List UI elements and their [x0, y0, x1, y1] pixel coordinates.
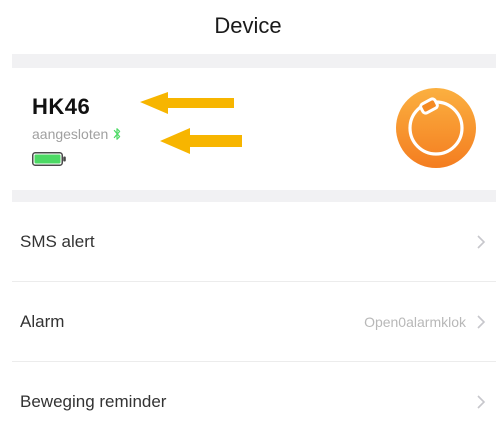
page-title: Device [214, 13, 282, 38]
list-item-value: Open0alarmklok [364, 314, 466, 330]
chevron-right-icon [477, 315, 486, 329]
settings-list: SMS alert Alarm Open0alarmklok Beweging … [0, 202, 496, 442]
list-item-label: SMS alert [20, 232, 95, 251]
chevron-right-icon [477, 235, 486, 249]
device-name: HK46 [32, 94, 91, 119]
nav-bar: Device [0, 0, 496, 54]
annotation-arrow-icon [140, 92, 234, 114]
section-separator [12, 54, 496, 68]
list-item-label: Beweging reminder [20, 392, 167, 411]
section-separator [12, 190, 496, 202]
list-item-label: Alarm [20, 312, 65, 331]
connection-status-text: aangesloten [32, 126, 109, 142]
list-item-sms-alert[interactable]: SMS alert [0, 202, 496, 282]
list-item-alarm[interactable]: Alarm Open0alarmklok [0, 282, 496, 362]
device-card[interactable]: HK46 aangesloten [12, 68, 496, 190]
chevron-right-icon [477, 395, 486, 409]
battery-icon [32, 152, 66, 166]
list-item-beweging-reminder[interactable]: Beweging reminder [0, 362, 496, 442]
annotation-arrow-icon [160, 128, 242, 154]
watch-icon[interactable] [396, 88, 476, 168]
connection-status: aangesloten [32, 126, 122, 142]
bluetooth-icon [114, 128, 121, 140]
